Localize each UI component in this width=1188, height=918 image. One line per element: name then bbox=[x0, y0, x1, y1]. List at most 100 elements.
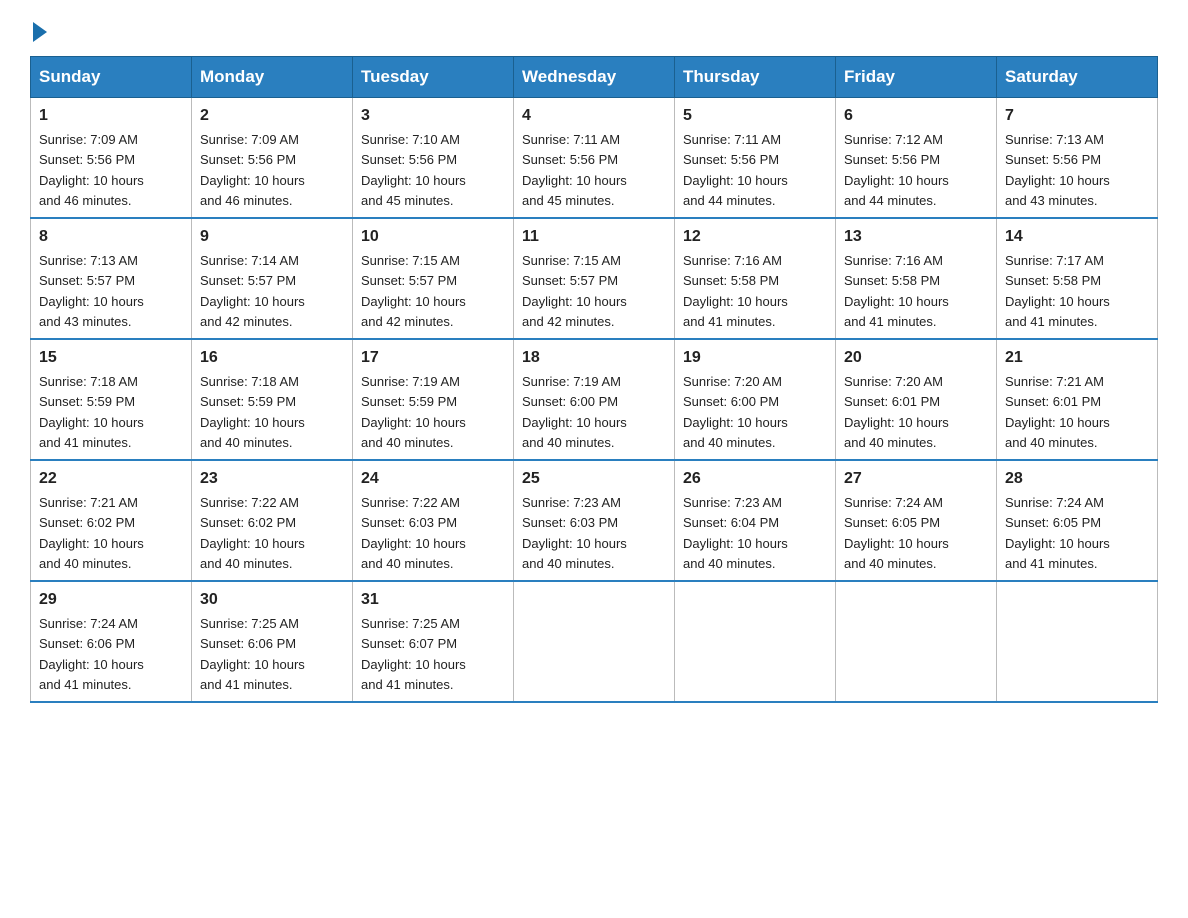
day-info: Sunrise: 7:20 AMSunset: 6:00 PMDaylight:… bbox=[683, 374, 788, 450]
day-number: 30 bbox=[200, 588, 344, 612]
day-info: Sunrise: 7:18 AMSunset: 5:59 PMDaylight:… bbox=[200, 374, 305, 450]
calendar-cell: 27 Sunrise: 7:24 AMSunset: 6:05 PMDaylig… bbox=[836, 460, 997, 581]
day-info: Sunrise: 7:22 AMSunset: 6:02 PMDaylight:… bbox=[200, 495, 305, 571]
calendar-cell: 16 Sunrise: 7:18 AMSunset: 5:59 PMDaylig… bbox=[192, 339, 353, 460]
calendar-cell: 18 Sunrise: 7:19 AMSunset: 6:00 PMDaylig… bbox=[514, 339, 675, 460]
day-number: 31 bbox=[361, 588, 505, 612]
calendar-cell: 11 Sunrise: 7:15 AMSunset: 5:57 PMDaylig… bbox=[514, 218, 675, 339]
day-info: Sunrise: 7:24 AMSunset: 6:06 PMDaylight:… bbox=[39, 616, 144, 692]
page-header bbox=[30, 20, 1158, 38]
day-number: 20 bbox=[844, 346, 988, 370]
calendar-cell: 2 Sunrise: 7:09 AMSunset: 5:56 PMDayligh… bbox=[192, 98, 353, 219]
calendar-cell: 12 Sunrise: 7:16 AMSunset: 5:58 PMDaylig… bbox=[675, 218, 836, 339]
day-info: Sunrise: 7:16 AMSunset: 5:58 PMDaylight:… bbox=[844, 253, 949, 329]
day-info: Sunrise: 7:24 AMSunset: 6:05 PMDaylight:… bbox=[1005, 495, 1110, 571]
day-info: Sunrise: 7:09 AMSunset: 5:56 PMDaylight:… bbox=[200, 132, 305, 208]
calendar-cell: 24 Sunrise: 7:22 AMSunset: 6:03 PMDaylig… bbox=[353, 460, 514, 581]
day-info: Sunrise: 7:19 AMSunset: 6:00 PMDaylight:… bbox=[522, 374, 627, 450]
day-info: Sunrise: 7:21 AMSunset: 6:02 PMDaylight:… bbox=[39, 495, 144, 571]
day-number: 23 bbox=[200, 467, 344, 491]
calendar-header-monday: Monday bbox=[192, 57, 353, 98]
day-number: 11 bbox=[522, 225, 666, 249]
day-number: 1 bbox=[39, 104, 183, 128]
calendar-cell bbox=[675, 581, 836, 702]
calendar-cell: 4 Sunrise: 7:11 AMSunset: 5:56 PMDayligh… bbox=[514, 98, 675, 219]
day-info: Sunrise: 7:24 AMSunset: 6:05 PMDaylight:… bbox=[844, 495, 949, 571]
calendar-week-4: 22 Sunrise: 7:21 AMSunset: 6:02 PMDaylig… bbox=[31, 460, 1158, 581]
day-info: Sunrise: 7:11 AMSunset: 5:56 PMDaylight:… bbox=[522, 132, 627, 208]
calendar-cell: 1 Sunrise: 7:09 AMSunset: 5:56 PMDayligh… bbox=[31, 98, 192, 219]
calendar-cell: 17 Sunrise: 7:19 AMSunset: 5:59 PMDaylig… bbox=[353, 339, 514, 460]
day-info: Sunrise: 7:09 AMSunset: 5:56 PMDaylight:… bbox=[39, 132, 144, 208]
day-number: 22 bbox=[39, 467, 183, 491]
calendar-table: SundayMondayTuesdayWednesdayThursdayFrid… bbox=[30, 56, 1158, 703]
logo-triangle-icon bbox=[33, 22, 47, 42]
day-info: Sunrise: 7:23 AMSunset: 6:04 PMDaylight:… bbox=[683, 495, 788, 571]
day-number: 29 bbox=[39, 588, 183, 612]
calendar-cell bbox=[514, 581, 675, 702]
day-number: 6 bbox=[844, 104, 988, 128]
day-number: 24 bbox=[361, 467, 505, 491]
calendar-cell: 3 Sunrise: 7:10 AMSunset: 5:56 PMDayligh… bbox=[353, 98, 514, 219]
calendar-cell: 15 Sunrise: 7:18 AMSunset: 5:59 PMDaylig… bbox=[31, 339, 192, 460]
day-number: 21 bbox=[1005, 346, 1149, 370]
day-number: 14 bbox=[1005, 225, 1149, 249]
day-info: Sunrise: 7:18 AMSunset: 5:59 PMDaylight:… bbox=[39, 374, 144, 450]
calendar-cell: 14 Sunrise: 7:17 AMSunset: 5:58 PMDaylig… bbox=[997, 218, 1158, 339]
day-number: 26 bbox=[683, 467, 827, 491]
day-info: Sunrise: 7:22 AMSunset: 6:03 PMDaylight:… bbox=[361, 495, 466, 571]
day-info: Sunrise: 7:15 AMSunset: 5:57 PMDaylight:… bbox=[522, 253, 627, 329]
calendar-header-sunday: Sunday bbox=[31, 57, 192, 98]
day-info: Sunrise: 7:25 AMSunset: 6:07 PMDaylight:… bbox=[361, 616, 466, 692]
day-info: Sunrise: 7:13 AMSunset: 5:56 PMDaylight:… bbox=[1005, 132, 1110, 208]
day-number: 28 bbox=[1005, 467, 1149, 491]
day-info: Sunrise: 7:10 AMSunset: 5:56 PMDaylight:… bbox=[361, 132, 466, 208]
calendar-cell: 26 Sunrise: 7:23 AMSunset: 6:04 PMDaylig… bbox=[675, 460, 836, 581]
day-info: Sunrise: 7:14 AMSunset: 5:57 PMDaylight:… bbox=[200, 253, 305, 329]
calendar-week-2: 8 Sunrise: 7:13 AMSunset: 5:57 PMDayligh… bbox=[31, 218, 1158, 339]
day-info: Sunrise: 7:12 AMSunset: 5:56 PMDaylight:… bbox=[844, 132, 949, 208]
day-number: 25 bbox=[522, 467, 666, 491]
day-number: 5 bbox=[683, 104, 827, 128]
day-info: Sunrise: 7:23 AMSunset: 6:03 PMDaylight:… bbox=[522, 495, 627, 571]
day-number: 19 bbox=[683, 346, 827, 370]
day-number: 2 bbox=[200, 104, 344, 128]
calendar-cell: 31 Sunrise: 7:25 AMSunset: 6:07 PMDaylig… bbox=[353, 581, 514, 702]
day-number: 3 bbox=[361, 104, 505, 128]
day-info: Sunrise: 7:11 AMSunset: 5:56 PMDaylight:… bbox=[683, 132, 788, 208]
calendar-header-tuesday: Tuesday bbox=[353, 57, 514, 98]
day-info: Sunrise: 7:17 AMSunset: 5:58 PMDaylight:… bbox=[1005, 253, 1110, 329]
day-number: 9 bbox=[200, 225, 344, 249]
calendar-cell: 7 Sunrise: 7:13 AMSunset: 5:56 PMDayligh… bbox=[997, 98, 1158, 219]
calendar-cell: 25 Sunrise: 7:23 AMSunset: 6:03 PMDaylig… bbox=[514, 460, 675, 581]
calendar-cell: 20 Sunrise: 7:20 AMSunset: 6:01 PMDaylig… bbox=[836, 339, 997, 460]
logo bbox=[30, 20, 47, 38]
day-number: 13 bbox=[844, 225, 988, 249]
day-number: 18 bbox=[522, 346, 666, 370]
calendar-cell: 10 Sunrise: 7:15 AMSunset: 5:57 PMDaylig… bbox=[353, 218, 514, 339]
calendar-week-3: 15 Sunrise: 7:18 AMSunset: 5:59 PMDaylig… bbox=[31, 339, 1158, 460]
day-info: Sunrise: 7:19 AMSunset: 5:59 PMDaylight:… bbox=[361, 374, 466, 450]
day-number: 16 bbox=[200, 346, 344, 370]
day-number: 15 bbox=[39, 346, 183, 370]
calendar-cell: 13 Sunrise: 7:16 AMSunset: 5:58 PMDaylig… bbox=[836, 218, 997, 339]
calendar-week-1: 1 Sunrise: 7:09 AMSunset: 5:56 PMDayligh… bbox=[31, 98, 1158, 219]
day-info: Sunrise: 7:21 AMSunset: 6:01 PMDaylight:… bbox=[1005, 374, 1110, 450]
day-number: 17 bbox=[361, 346, 505, 370]
calendar-cell: 5 Sunrise: 7:11 AMSunset: 5:56 PMDayligh… bbox=[675, 98, 836, 219]
day-number: 10 bbox=[361, 225, 505, 249]
day-number: 8 bbox=[39, 225, 183, 249]
calendar-cell bbox=[836, 581, 997, 702]
day-number: 7 bbox=[1005, 104, 1149, 128]
calendar-cell: 29 Sunrise: 7:24 AMSunset: 6:06 PMDaylig… bbox=[31, 581, 192, 702]
day-info: Sunrise: 7:20 AMSunset: 6:01 PMDaylight:… bbox=[844, 374, 949, 450]
day-info: Sunrise: 7:16 AMSunset: 5:58 PMDaylight:… bbox=[683, 253, 788, 329]
calendar-header-row: SundayMondayTuesdayWednesdayThursdayFrid… bbox=[31, 57, 1158, 98]
calendar-header-wednesday: Wednesday bbox=[514, 57, 675, 98]
calendar-cell: 19 Sunrise: 7:20 AMSunset: 6:00 PMDaylig… bbox=[675, 339, 836, 460]
calendar-week-5: 29 Sunrise: 7:24 AMSunset: 6:06 PMDaylig… bbox=[31, 581, 1158, 702]
calendar-cell: 9 Sunrise: 7:14 AMSunset: 5:57 PMDayligh… bbox=[192, 218, 353, 339]
calendar-cell: 8 Sunrise: 7:13 AMSunset: 5:57 PMDayligh… bbox=[31, 218, 192, 339]
calendar-header-saturday: Saturday bbox=[997, 57, 1158, 98]
calendar-cell: 30 Sunrise: 7:25 AMSunset: 6:06 PMDaylig… bbox=[192, 581, 353, 702]
